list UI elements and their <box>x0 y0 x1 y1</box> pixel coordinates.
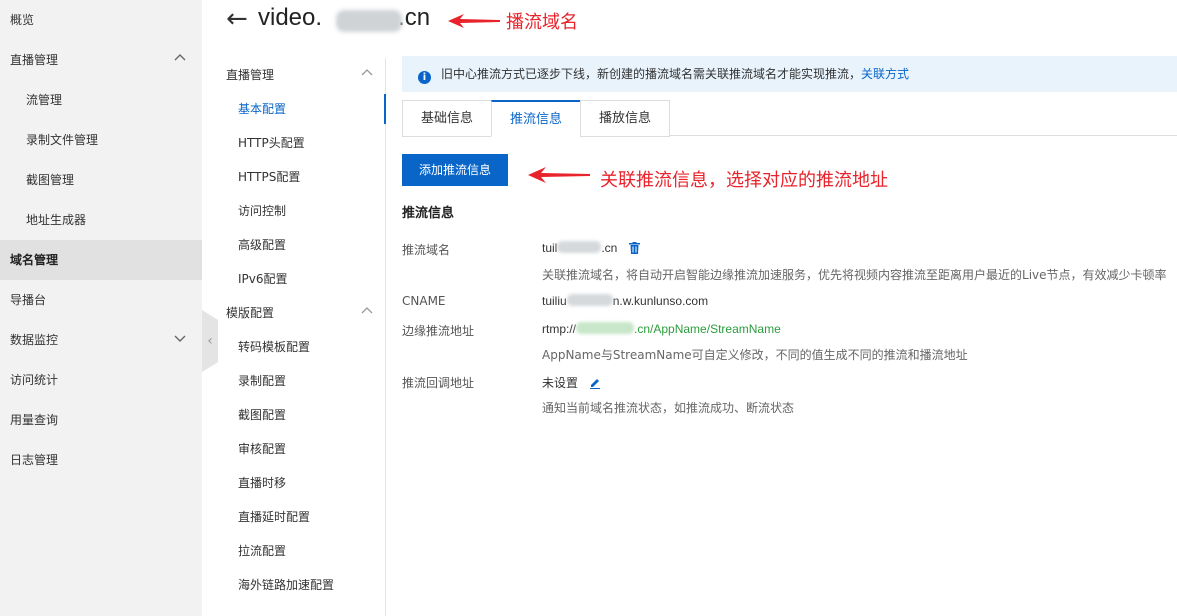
nav-group-template[interactable]: 模版配置 <box>218 296 385 330</box>
info-icon: i <box>418 71 431 84</box>
edge-app-name: AppName <box>653 322 707 336</box>
callback-value: 未设置 <box>542 374 601 392</box>
sidebar-item-recording-files[interactable]: 录制文件管理 <box>0 120 202 160</box>
notice-banner: i 旧中心推流方式已逐步下线，新创建的播流域名需关联推流域名才能实现推流，关联方式 <box>402 56 1177 92</box>
redaction-blur <box>576 322 635 334</box>
sidebar-item-label: 直播管理 <box>10 53 59 67</box>
nav-item-http-header[interactable]: HTTP头配置 <box>218 126 385 160</box>
nav-item-review[interactable]: 审核配置 <box>218 432 385 466</box>
callback-value-text: 未设置 <box>542 376 579 390</box>
nav-item-advanced[interactable]: 高级配置 <box>218 228 385 262</box>
tab-push-info[interactable]: 推流信息 <box>491 100 581 137</box>
nav-group-label: 直播管理 <box>226 68 275 82</box>
chevron-up-icon <box>361 58 373 92</box>
edge-stream-name: StreamName <box>710 322 781 336</box>
config-nav: 直播管理 基本配置 HTTP头配置 HTTPS配置 访问控制 高级配置 IPv6… <box>218 58 386 616</box>
nav-item-access-control[interactable]: 访问控制 <box>218 194 385 228</box>
push-domain-hint: 关联推流域名，将自动开启智能边缘推流加速服务，优先将视频内容推流至距离用户最近的… <box>542 268 1167 282</box>
nav-item-recording[interactable]: 录制配置 <box>218 364 385 398</box>
push-domain-suffix: .cn <box>601 241 618 255</box>
sidebar-item-access-stats[interactable]: 访问统计 <box>0 360 202 400</box>
cname-suffix: n.w.kunlunso.com <box>612 294 709 308</box>
nav-item-transcode[interactable]: 转码模板配置 <box>218 330 385 364</box>
edge-suffix: .cn/ <box>634 322 654 336</box>
cname-value: tuiliu n.w.kunlunso.com <box>542 294 708 308</box>
chevron-up-icon <box>361 296 373 330</box>
edge-prefix: rtmp:// <box>542 322 577 336</box>
chevron-down-icon <box>174 320 186 360</box>
nav-item-delay[interactable]: 直播延时配置 <box>218 500 385 534</box>
redaction-blur <box>566 294 613 306</box>
push-domain-value: tuil .cn <box>542 241 640 257</box>
nav-group-live[interactable]: 直播管理 <box>218 58 385 92</box>
sidebar-item-director[interactable]: 导播台 <box>0 280 202 320</box>
notice-text: 旧中心推流方式已逐步下线，新创建的播流域名需关联推流域名才能实现推流， <box>441 67 862 81</box>
trash-icon[interactable] <box>628 242 640 257</box>
edge-push-hint: AppName与StreamName可自定义修改，不同的值生成不同的推流和播流地… <box>542 348 968 362</box>
push-domain-label: 推流域名 <box>402 243 451 257</box>
annotation-arrow-icon <box>528 167 590 183</box>
annotation-arrow-icon <box>448 14 500 28</box>
notice-link[interactable]: 关联方式 <box>861 67 909 81</box>
nav-item-https[interactable]: HTTPS配置 <box>218 160 385 194</box>
sidebar-item-address-generator[interactable]: 地址生成器 <box>0 200 202 240</box>
callback-hint: 通知当前域名推流状态，如推流成功、断流状态 <box>542 401 795 415</box>
callback-label: 推流回调地址 <box>402 376 475 390</box>
sidebar-item-usage-query[interactable]: 用量查询 <box>0 400 202 440</box>
nav-item-basic-config[interactable]: 基本配置 <box>218 92 386 126</box>
sidebar-item-domain-management[interactable]: 域名管理 <box>0 240 202 280</box>
sidebar-item-live-management[interactable]: 直播管理 <box>0 40 202 80</box>
tab-bar: 基础信息 推流信息 播放信息 <box>402 100 1177 137</box>
nav-item-pull-stream[interactable]: 拉流配置 <box>218 534 385 568</box>
annotation-associate-push: 关联推流信息，选择对应的推流地址 <box>600 170 888 191</box>
tab-play-info[interactable]: 播放信息 <box>580 100 670 137</box>
sidebar-item-label: 数据监控 <box>10 333 59 347</box>
push-domain-prefix: tuil <box>542 241 558 255</box>
edit-icon[interactable] <box>589 377 601 392</box>
edge-push-label: 边缘推流地址 <box>402 324 475 338</box>
add-push-info-button[interactable]: 添加推流信息 <box>402 154 508 186</box>
sidebar-item-snapshots[interactable]: 截图管理 <box>0 160 202 200</box>
annotation-play-domain: 播流域名 <box>506 12 578 33</box>
sidebar-item-log-management[interactable]: 日志管理 <box>0 440 202 480</box>
chevron-left-icon: ‹ <box>207 333 213 349</box>
page-title-prefix: video. <box>258 4 323 31</box>
page-title-suffix: .cn <box>398 4 431 31</box>
sidebar-item-data-monitoring[interactable]: 数据监控 <box>0 320 202 360</box>
redaction-blur <box>557 241 602 253</box>
nav-group-label: 模版配置 <box>226 306 275 320</box>
edge-push-value: rtmp://.cn/AppName/StreamName <box>542 322 781 336</box>
chevron-up-icon <box>174 40 186 80</box>
sidebar-collapse-handle[interactable]: ‹ <box>202 310 218 372</box>
cname-prefix: tuiliu <box>542 294 567 308</box>
redaction-blur <box>336 10 402 32</box>
sidebar-item-stream-management[interactable]: 流管理 <box>0 80 202 120</box>
nav-item-overseas[interactable]: 海外链路加速配置 <box>218 568 385 602</box>
nav-item-timeshift[interactable]: 直播时移 <box>218 466 385 500</box>
section-title: 推流信息 <box>402 206 455 221</box>
nav-item-snapshot[interactable]: 截图配置 <box>218 398 385 432</box>
cname-label: CNAME <box>402 294 446 308</box>
nav-item-ipv6[interactable]: IPv6配置 <box>218 262 385 296</box>
sidebar: 概览 直播管理 流管理 录制文件管理 截图管理 地址生成器 域名管理 导播台 数… <box>0 0 202 616</box>
tab-basic-info[interactable]: 基础信息 <box>402 100 492 137</box>
sidebar-item-overview[interactable]: 概览 <box>0 0 202 40</box>
back-arrow-icon[interactable]: ← <box>226 4 248 34</box>
